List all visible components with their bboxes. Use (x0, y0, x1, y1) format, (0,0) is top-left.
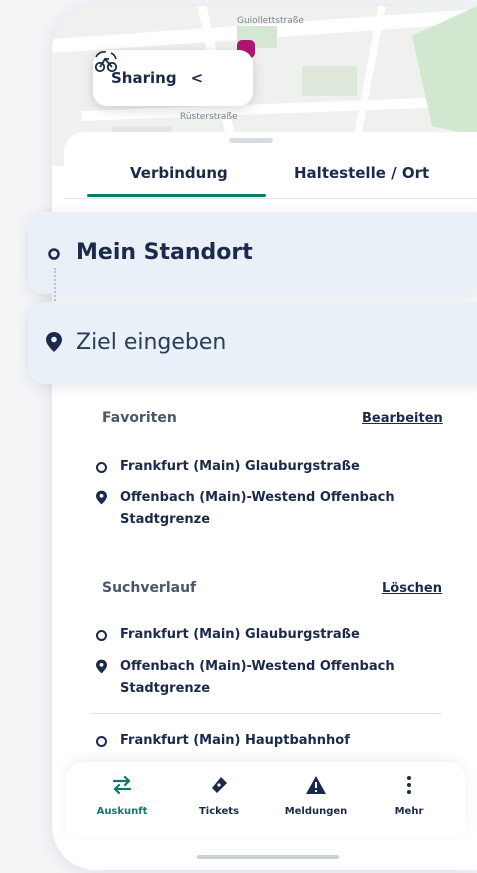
history-item[interactable]: Offenbach (Main)-Westend Offenbach Stadt… (96, 656, 420, 700)
history-item-label: Frankfurt (Main) Glauburgstraße (120, 627, 360, 642)
history-item-label: Offenbach (Main)-Westend Offenbach Stadt… (120, 659, 395, 696)
history-title: Suchverlauf (102, 580, 197, 596)
tab-verbindung[interactable]: Verbindung (130, 164, 228, 182)
home-indicator (197, 855, 339, 859)
destination-field[interactable]: Ziel eingeben (28, 302, 477, 384)
stop-ring-icon (96, 730, 110, 755)
nav-meldungen[interactable]: Meldungen (281, 774, 351, 817)
sharing-label: Sharing (111, 69, 177, 87)
ticket-icon (212, 777, 227, 793)
warning-icon (306, 776, 326, 794)
stop-ring-icon (96, 624, 110, 649)
history-item[interactable]: Frankfurt (Main) Hauptbahnhof (96, 730, 440, 752)
nav-tickets[interactable]: Tickets (184, 774, 254, 817)
stop-ring-icon (96, 456, 110, 481)
nav-mehr[interactable]: Mehr (374, 774, 444, 817)
tab-bar: Verbindung Haltestelle / Ort (64, 132, 477, 199)
street-label-top: Guiollettstraße (237, 16, 304, 26)
edit-favorites-link[interactable]: Bearbeiten (362, 411, 443, 426)
favorite-item-label: Frankfurt (Main) Glauburgstraße (120, 459, 360, 474)
history-item[interactable]: Frankfurt (Main) Glauburgstraße (96, 624, 440, 646)
bike-sharing-icon (94, 51, 118, 73)
origin-field[interactable]: Mein Standort (28, 212, 477, 294)
nav-label: Meldungen (284, 806, 348, 817)
origin-ring-icon (47, 246, 61, 265)
divider (90, 713, 442, 714)
nav-auskunft[interactable]: Auskunft (87, 774, 157, 817)
favorite-item-label: Offenbach (Main)-Westend Offenbach Stadt… (120, 490, 395, 527)
bottom-navigation: Auskunft Tickets Meldungen Mehr (66, 762, 466, 838)
active-tab-indicator (87, 194, 266, 197)
nav-label: Mehr (394, 806, 424, 817)
history-item-label: Frankfurt (Main) Hauptbahnhof (120, 733, 350, 748)
nav-label: Tickets (198, 806, 240, 817)
clear-history-link[interactable]: Löschen (382, 581, 442, 596)
favorites-title: Favoriten (102, 410, 177, 426)
destination-placeholder: Ziel eingeben (76, 330, 227, 355)
nav-label: Auskunft (96, 806, 148, 817)
origin-value: Mein Standort (76, 240, 253, 265)
location-pin-icon (46, 332, 62, 356)
tab-haltestelle-ort[interactable]: Haltestelle / Ort (294, 164, 429, 182)
chevron-left-icon: < (190, 69, 204, 87)
more-vertical-icon (407, 776, 411, 794)
favorite-item[interactable]: Frankfurt (Main) Glauburgstraße (96, 456, 440, 478)
favorite-item[interactable]: Offenbach (Main)-Westend Offenbach Stadt… (96, 487, 420, 531)
location-pin-icon (96, 659, 110, 682)
swap-arrows-icon (112, 775, 132, 795)
street-label-mid: Rüsterstraße (180, 112, 238, 122)
location-pin-icon (96, 490, 110, 513)
sharing-toggle-button[interactable]: Sharing < (93, 50, 253, 106)
